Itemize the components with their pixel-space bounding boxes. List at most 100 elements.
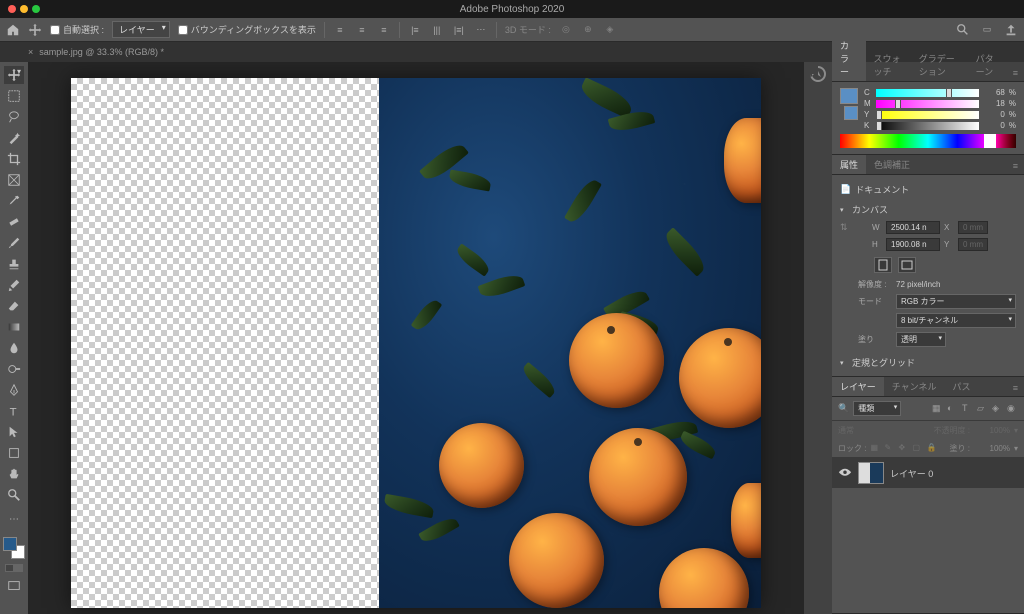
brush-tool[interactable] (4, 234, 24, 252)
gradient-tool[interactable] (4, 318, 24, 336)
dodge-tool[interactable] (4, 360, 24, 378)
layer-filter-select[interactable]: 種類 (853, 401, 901, 416)
align-left-icon[interactable]: ≡ (333, 23, 347, 37)
frame-tool[interactable] (4, 171, 24, 189)
slider-m[interactable]: M18% (864, 99, 1016, 108)
filter-type-icon[interactable]: T (962, 403, 973, 414)
shape-tool[interactable] (4, 444, 24, 462)
tab-layers[interactable]: レイヤー (832, 377, 884, 396)
tab-channels[interactable]: チャンネル (884, 377, 945, 396)
layer-name[interactable]: レイヤー 0 (890, 467, 933, 480)
portrait-btn[interactable] (874, 257, 892, 273)
panel-menu-icon[interactable]: ≡ (1007, 158, 1024, 174)
slider-y[interactable]: Y0% (864, 110, 1016, 119)
layer-item[interactable]: レイヤー 0 (832, 458, 1024, 488)
tab-properties[interactable]: 属性 (832, 155, 866, 174)
stamp-tool[interactable] (4, 255, 24, 273)
show-bbox-checkbox[interactable]: バウンディングボックスを表示 (178, 23, 316, 36)
tab-swatches[interactable]: スウォッチ (866, 49, 911, 81)
x-field[interactable]: 0 mm (958, 221, 988, 234)
document-tab[interactable]: ×sample.jpg @ 33.3% (RGB/8) * (28, 47, 164, 57)
distribute-h-icon[interactable]: ||| (430, 23, 444, 37)
auto-select-mode-select[interactable]: レイヤー (112, 21, 170, 38)
marquee-tool[interactable] (4, 87, 24, 105)
canvas-section-toggle[interactable]: ▾カンバス (840, 200, 1016, 219)
color-mode-select[interactable]: RGB カラー (896, 294, 1016, 309)
align-right-icon[interactable]: ≡ (377, 23, 391, 37)
slider-c[interactable]: C68% (864, 88, 1016, 97)
3d-scale-icon[interactable]: ◈ (603, 23, 617, 37)
hand-tool[interactable] (4, 465, 24, 483)
filter-smart-icon[interactable]: ◈ (992, 403, 1003, 414)
lock-all-icon[interactable]: 🔒 (926, 443, 937, 454)
more-options-icon[interactable]: ⋯ (474, 23, 488, 37)
width-field[interactable]: 2500.14 n (886, 221, 940, 234)
color-bg-swatch[interactable] (844, 106, 858, 120)
3d-pan-icon[interactable]: ⊕ (581, 23, 595, 37)
close-tab-icon[interactable]: × (28, 47, 33, 57)
link-dimensions-icon[interactable]: ⇅ (840, 219, 850, 235)
history-brush-tool[interactable] (4, 276, 24, 294)
align-center-icon[interactable]: ≡ (355, 23, 369, 37)
lock-trans-icon[interactable]: ▦ (870, 443, 881, 454)
lock-brush-icon[interactable]: ✎ (884, 443, 895, 454)
lock-position-icon[interactable]: ✥ (898, 443, 909, 454)
rulers-section-toggle[interactable]: ▾定規とグリッド (840, 353, 1016, 372)
layer-thumbnail[interactable] (858, 462, 884, 484)
visibility-icon[interactable] (838, 467, 852, 479)
close-window-icon[interactable] (8, 5, 16, 13)
filter-shape-icon[interactable]: ▱ (977, 403, 988, 414)
search-icon[interactable] (956, 23, 970, 37)
distribute-icon[interactable]: |≡ (408, 23, 422, 37)
history-panel-icon[interactable] (810, 66, 826, 82)
workspace-icon[interactable]: ▭ (980, 23, 994, 37)
screen-mode-icon[interactable] (4, 577, 24, 595)
3d-orbit-icon[interactable]: ◎ (559, 23, 573, 37)
move-tool[interactable] (4, 66, 24, 84)
bit-depth-select[interactable]: 8 bit/チャンネル (896, 313, 1016, 328)
color-fg-swatch[interactable] (840, 88, 858, 104)
edit-toolbar-icon[interactable]: ⋯ (4, 510, 24, 528)
panel-menu-icon[interactable]: ≡ (1007, 65, 1024, 81)
filter-pixel-icon[interactable]: ▦ (932, 403, 943, 414)
tab-color[interactable]: カラー (832, 36, 866, 81)
maximize-window-icon[interactable] (32, 5, 40, 13)
healing-tool[interactable] (4, 213, 24, 231)
landscape-btn[interactable] (898, 257, 916, 273)
tab-gradients[interactable]: グラデーション (911, 49, 968, 81)
tab-patterns[interactable]: パターン (968, 49, 1007, 81)
auto-select-checkbox[interactable]: 自動選択 : (50, 23, 104, 36)
type-tool[interactable]: T (4, 402, 24, 420)
panel-menu-icon[interactable]: ≡ (1007, 380, 1024, 396)
filter-adjust-icon[interactable]: ◐ (947, 403, 958, 414)
color-swatches[interactable] (3, 537, 25, 559)
home-icon[interactable] (6, 23, 20, 37)
document-canvas[interactable] (71, 78, 761, 608)
quick-mask-toggle[interactable] (5, 564, 23, 572)
eyedropper-tool[interactable] (4, 192, 24, 210)
search-icon[interactable]: 🔍 (838, 403, 849, 414)
pen-tool[interactable] (4, 381, 24, 399)
eraser-tool[interactable] (4, 297, 24, 315)
share-icon[interactable] (1004, 23, 1018, 37)
tab-paths[interactable]: パス (944, 377, 978, 396)
path-select-tool[interactable] (4, 423, 24, 441)
color-spectrum[interactable] (840, 134, 1016, 148)
minimize-window-icon[interactable] (20, 5, 28, 13)
slider-k[interactable]: K0% (864, 121, 1016, 130)
fill-opacity-field[interactable]: 100% (974, 444, 1010, 453)
blur-tool[interactable] (4, 339, 24, 357)
distribute-v-icon[interactable]: |≡| (452, 23, 466, 37)
filter-toggle-icon[interactable]: ◉ (1007, 403, 1018, 414)
canvas-area[interactable] (28, 62, 804, 614)
magic-wand-tool[interactable] (4, 129, 24, 147)
zoom-tool[interactable] (4, 486, 24, 504)
crop-tool[interactable] (4, 150, 24, 168)
blend-mode-select[interactable]: 通常 (838, 425, 930, 436)
opacity-field[interactable]: 100% (974, 426, 1010, 435)
y-field[interactable]: 0 mm (958, 238, 988, 251)
fill-select[interactable]: 透明 (896, 332, 946, 347)
foreground-color[interactable] (3, 537, 17, 551)
tab-adjustments[interactable]: 色調補正 (866, 155, 918, 174)
height-field[interactable]: 1900.08 n (886, 238, 940, 251)
